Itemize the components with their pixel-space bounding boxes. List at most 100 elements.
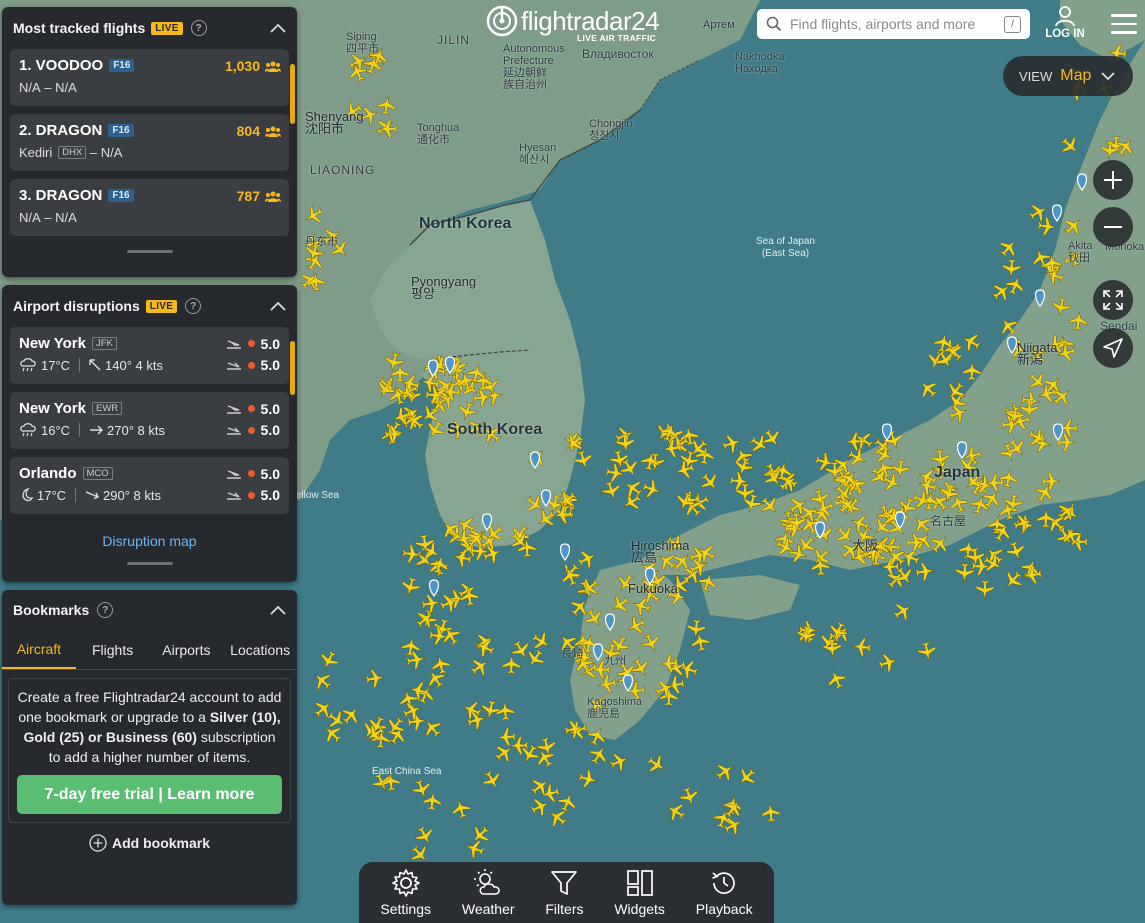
aircraft-icon[interactable] (608, 750, 632, 774)
disruption-map-link[interactable]: Disruption map (2, 533, 297, 549)
aircraft-icon[interactable] (686, 619, 706, 639)
aircraft-icon[interactable] (915, 561, 935, 582)
scrollbar[interactable] (290, 64, 295, 124)
aircraft-icon[interactable] (640, 478, 663, 501)
aircraft-icon[interactable] (917, 641, 938, 662)
aircraft-icon[interactable] (713, 759, 738, 784)
aircraft-icon[interactable] (877, 651, 899, 673)
tracked-flight-card[interactable]: 2. DRAGON F16 804 Kediri DHX – N/A (10, 114, 289, 171)
airport-pin-icon[interactable] (559, 543, 571, 562)
aircraft-icon[interactable] (317, 648, 341, 672)
tab-flights[interactable]: Flights (76, 630, 150, 669)
aircraft-icon[interactable] (605, 462, 626, 483)
aircraft-icon[interactable] (615, 433, 635, 453)
chevron-up-icon[interactable] (270, 605, 286, 615)
aircraft-icon[interactable] (391, 405, 414, 428)
filters-button[interactable]: Filters (545, 868, 584, 917)
help-icon[interactable]: ? (97, 602, 114, 618)
aircraft-icon[interactable] (959, 330, 983, 354)
aircraft-icon[interactable] (677, 658, 700, 681)
aircraft-icon[interactable] (1002, 258, 1021, 278)
aircraft-icon[interactable] (697, 470, 722, 495)
aircraft-icon[interactable] (492, 740, 517, 765)
airport-pin-icon[interactable] (428, 579, 440, 598)
aircraft-icon[interactable] (1004, 274, 1027, 297)
drag-handle[interactable] (126, 250, 173, 253)
most-tracked-header[interactable]: Most tracked flights LIVE ? (2, 7, 297, 49)
aircraft-icon[interactable] (310, 668, 335, 693)
widgets-button[interactable]: Widgets (614, 868, 665, 917)
aircraft-icon[interactable] (421, 593, 442, 614)
aircraft-icon[interactable] (761, 803, 781, 823)
disruptions-header[interactable]: Airport disruptions LIVE ? (2, 285, 297, 327)
aircraft-icon[interactable] (365, 668, 386, 689)
aircraft-icon[interactable] (423, 666, 448, 691)
flightradar24-logo[interactable]: flightradar24 LIVE AIR TRAFFIC (486, 5, 660, 45)
aircraft-icon[interactable] (502, 655, 521, 675)
aircraft-icon[interactable] (420, 715, 445, 740)
aircraft-icon[interactable] (1005, 539, 1028, 562)
aircraft-icon[interactable] (852, 637, 872, 657)
aircraft-icon[interactable] (644, 752, 669, 777)
view-selector[interactable]: VIEW Map (1003, 56, 1133, 96)
tracked-flight-card[interactable]: 3. DRAGON F16 787 N/A – N/A (10, 179, 289, 236)
aircraft-icon[interactable] (577, 768, 599, 790)
aircraft-icon[interactable] (996, 235, 1021, 260)
tab-airports[interactable]: Airports (150, 630, 224, 669)
tab-aircraft[interactable]: Aircraft (2, 630, 76, 669)
scrollbar[interactable] (290, 341, 295, 395)
tracked-flight-card[interactable]: 1. VOODOO F16 1,030 N/A – N/A (10, 49, 289, 106)
aircraft-icon[interactable] (413, 824, 437, 848)
aircraft-icon[interactable] (734, 764, 759, 789)
aircraft-icon[interactable] (732, 455, 755, 478)
airport-disruption-card[interactable]: Orlando MCO 5.0 17°C 290° 8 kts 5.0 (10, 457, 289, 514)
aircraft-icon[interactable] (1011, 512, 1034, 535)
tab-locations[interactable]: Locations (223, 630, 297, 669)
drag-handle[interactable] (126, 562, 173, 565)
aircraft-icon[interactable] (450, 798, 472, 820)
chevron-up-icon[interactable] (270, 23, 286, 33)
bookmarks-header[interactable]: Bookmarks ? (2, 590, 297, 630)
airport-disruption-card[interactable]: New York EWR 5.0 16°C 270° 8 kts 5.0 (10, 392, 289, 449)
aircraft-icon[interactable] (1057, 133, 1082, 158)
aircraft-icon[interactable] (497, 727, 517, 747)
login-button[interactable]: LOG IN (1043, 5, 1087, 40)
search-box[interactable]: / (757, 9, 1030, 39)
aircraft-icon[interactable] (620, 476, 645, 501)
aircraft-icon[interactable] (690, 631, 711, 652)
zoom-out-button[interactable] (1093, 207, 1133, 247)
search-input[interactable] (790, 16, 1004, 32)
aircraft-icon[interactable] (401, 637, 421, 657)
aircraft-icon[interactable] (480, 699, 502, 721)
aircraft-icon[interactable] (955, 563, 975, 582)
aircraft-icon[interactable] (480, 768, 505, 793)
aircraft-icon[interactable] (430, 654, 452, 676)
aircraft-icon[interactable] (407, 711, 427, 731)
aircraft-icon[interactable] (796, 625, 816, 645)
help-icon[interactable]: ? (190, 20, 207, 36)
aircraft-icon[interactable] (1054, 524, 1079, 549)
aircraft-icon[interactable] (747, 432, 772, 457)
aircraft-icon[interactable] (890, 599, 915, 624)
aircraft-icon[interactable] (575, 547, 599, 571)
help-icon[interactable]: ? (185, 298, 202, 314)
airport-disruption-card[interactable]: New York JFK 5.0 17°C 140° 4 kts 5.0 (10, 327, 289, 384)
aircraft-icon[interactable] (915, 376, 940, 401)
aircraft-icon[interactable] (975, 580, 995, 599)
aircraft-icon[interactable] (523, 646, 548, 671)
hamburger-menu-icon[interactable] (1111, 14, 1137, 40)
aircraft-icon[interactable] (399, 576, 421, 598)
settings-button[interactable]: Settings (380, 868, 431, 917)
aircraft-icon[interactable] (529, 629, 554, 654)
aircraft-icon[interactable] (528, 795, 552, 819)
zoom-in-button[interactable] (1093, 160, 1133, 200)
airport-pin-icon[interactable] (881, 423, 893, 442)
playback-button[interactable]: Playback (696, 868, 753, 917)
weather-button[interactable]: Weather (462, 868, 515, 917)
aircraft-icon[interactable] (467, 822, 492, 847)
aircraft-icon[interactable] (410, 777, 433, 800)
airport-pin-icon[interactable] (1051, 204, 1063, 223)
aircraft-icon[interactable] (825, 668, 849, 692)
aircraft-icon[interactable] (609, 449, 630, 470)
locate-me-button[interactable] (1093, 328, 1133, 368)
